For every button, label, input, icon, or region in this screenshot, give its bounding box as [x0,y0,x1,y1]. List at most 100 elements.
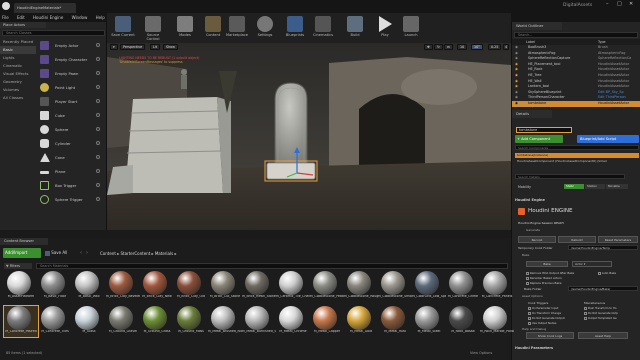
world-outliner-tab[interactable]: World Outliner [512,22,562,30]
cat-lights[interactable]: Lights [0,54,36,62]
asset-tile[interactable]: M_CobbleStone_Pebble [310,271,344,302]
crumb-materials[interactable]: Materials [155,251,173,256]
angle-snap[interactable]: 10° [471,44,483,50]
translate-tool[interactable]: ✥ [424,44,433,50]
asset-tile[interactable]: M_Ceramic_Tile_Checker [276,271,310,302]
crumb-starter-content[interactable]: StarterContent [120,251,150,256]
actor-player-start[interactable]: Player Start [36,95,104,108]
asset-tile[interactable]: M_Concrete_Grime [446,271,480,302]
close-button[interactable]: ✕ [629,1,633,7]
asset-tile[interactable]: M_Metal_Burnished_Steel [242,306,276,337]
build-button[interactable]: Build [343,16,367,43]
scale-tool[interactable]: ⊡ [444,44,453,50]
actor-empty-pawn[interactable]: Empty Pawn [36,67,104,80]
level-viewport[interactable]: ▾ Perspective Lit Show ✥ ↻ ⊡ 10 10° 0.25… [107,43,511,230]
details-tab[interactable]: Details [512,110,552,118]
save-all-button[interactable]: Save All [45,250,67,256]
bake-button[interactable]: Bake [526,261,568,267]
blueprint-script-button[interactable]: Blueprint/Add Script [577,135,639,143]
asset-tile[interactable]: M_CobbleStone_Rough [344,271,378,302]
component-row[interactable]: HoudiniAssetComponent (HoudiniAssetCompo… [515,159,639,164]
level-tab[interactable]: HoudiniEngineMaterials* [14,3,76,13]
menu-houdini-engine[interactable]: Houdini Engine [33,15,63,20]
play-button[interactable]: Play [373,16,397,43]
components-search-input[interactable]: Search Components [515,145,639,150]
asset-tile[interactable]: M_Metal_Brushed_Nickel [208,306,242,337]
rotate-tool[interactable]: ↻ [434,44,443,50]
outliner-search-input[interactable]: Search... [514,32,638,38]
actor-plane[interactable]: Plane [36,165,104,178]
perspective-button[interactable]: Perspective [120,44,146,50]
search-materials-input[interactable]: Search Materials [36,263,508,269]
crumb-content[interactable]: Content [100,251,116,256]
asset-tile[interactable]: M_Basic_Floor [38,271,72,302]
add-import-button[interactable]: Add/Import [3,248,41,258]
nav-forward-button[interactable]: › [86,250,88,256]
asset-tile[interactable]: M_Metal_Gold [344,306,378,337]
content-browser-tab[interactable]: Content Browser [0,238,48,245]
mobility-station[interactable]: Station [585,184,605,189]
asset-tile[interactable]: M_Brick_Cut_Stone [208,271,242,302]
cat-all-classes[interactable]: All Classes [0,94,36,102]
opt-left-1[interactable]: On Transform Change [528,311,561,315]
asset-tile[interactable]: M_Basic_Wall [72,271,106,302]
modes-button[interactable]: Modes [173,16,197,43]
actor-cone[interactable]: Cone [36,151,104,164]
menu-edit[interactable]: Edit [17,15,25,20]
actor-cube[interactable]: Cube [36,109,104,122]
cb-replace[interactable]: Replace Previous Bake [526,281,561,285]
cat-volumes[interactable]: Volumes [0,86,36,94]
place-actors-tab[interactable]: Place Actors [0,22,46,28]
actor-sphere[interactable]: Sphere [36,123,104,136]
search-classes-input[interactable]: Search Classes [2,30,105,36]
mobility-toggle[interactable]: Static Station Movable [564,184,628,189]
viewport-options-button[interactable]: ▾ [110,44,118,50]
asset-tile[interactable]: M_Concrete_Panels [480,271,514,302]
reset-parameters-button[interactable]: Reset Parameters [598,236,638,243]
show-cook-logs-button[interactable]: Show Cook Logs [526,332,574,339]
menu-window[interactable]: Window [72,15,88,20]
cb-remove-hda[interactable]: Remove HDA Output After Bake [526,271,574,275]
cb-auto-bake[interactable]: Auto Bake [598,271,616,275]
mobility-movable[interactable]: Movable [606,184,628,189]
rebuild-button[interactable]: Rebuild [558,236,596,243]
actor-box-trigger[interactable]: Box Trigger [36,179,104,192]
opt-right-1[interactable]: Do Not Generate Outp [584,311,618,315]
asset-tile[interactable]: M_Metal_Steel [412,306,446,337]
asset-tile[interactable]: M_Glass [72,306,106,337]
save-current-button[interactable]: Save Current [111,16,135,43]
cat-geometry[interactable]: Geometry [0,78,36,86]
cat-basic[interactable]: Basic [0,46,36,54]
opt-right-0[interactable]: Push Transform to Ho [584,306,617,310]
cat-visual-effects[interactable]: Visual Effects [0,70,36,78]
content-button[interactable]: Content [201,16,225,43]
asset-tile[interactable]: M_Brick_Hewn_Stone [242,271,276,302]
add-component-button[interactable]: + Add Component [515,135,563,143]
menu-file[interactable]: File [2,15,9,20]
details-search-input[interactable]: Search Details [515,174,625,179]
asset-tile[interactable]: M_Brick_Clay_Beveled [106,271,140,302]
actor-empty-actor[interactable]: Empty Actor [36,39,104,52]
show-button[interactable]: Show [163,44,178,50]
launch-button[interactable]: Launch [399,16,423,43]
houdini-engine-section[interactable]: Houdini Engine [515,198,545,202]
filters-button[interactable]: ▼ Filters [4,263,32,269]
grid-snap[interactable]: 10 [457,44,468,50]
cat-recently-placed[interactable]: Recently Placed [0,38,36,46]
cinematics-button[interactable]: Cinematics [311,16,335,43]
asset-tile[interactable]: M_Rock_Basalt [446,306,480,337]
actor-point-light[interactable]: Point Light [36,81,104,94]
minimize-button[interactable]: – [606,1,609,7]
asset-tile[interactable]: M_Metal_Copper [310,306,344,337]
asset-tile[interactable]: M_Rock_Marble_Polished [480,306,514,337]
cook-folder-input[interactable]: /Game/HoudiniEngine/Temp [568,245,638,250]
opt-left-2[interactable]: Do Not Generate Output [528,316,565,320]
houdini-parameters-section[interactable]: Houdini Parameters [515,346,553,350]
asset-tile[interactable]: M_CobbleStone_Smooth [378,271,412,302]
bake-folder-input[interactable]: /Game/HoudiniEngine/Bake/ [568,286,638,291]
cat-cinematic[interactable]: Cinematic [0,62,36,70]
menu-help[interactable]: Help [96,15,105,20]
instance-row[interactable]: tombstone(Instance) [515,153,639,158]
actor-cylinder[interactable]: Cylinder [36,137,104,150]
settings-button[interactable]: Settings [253,16,277,43]
